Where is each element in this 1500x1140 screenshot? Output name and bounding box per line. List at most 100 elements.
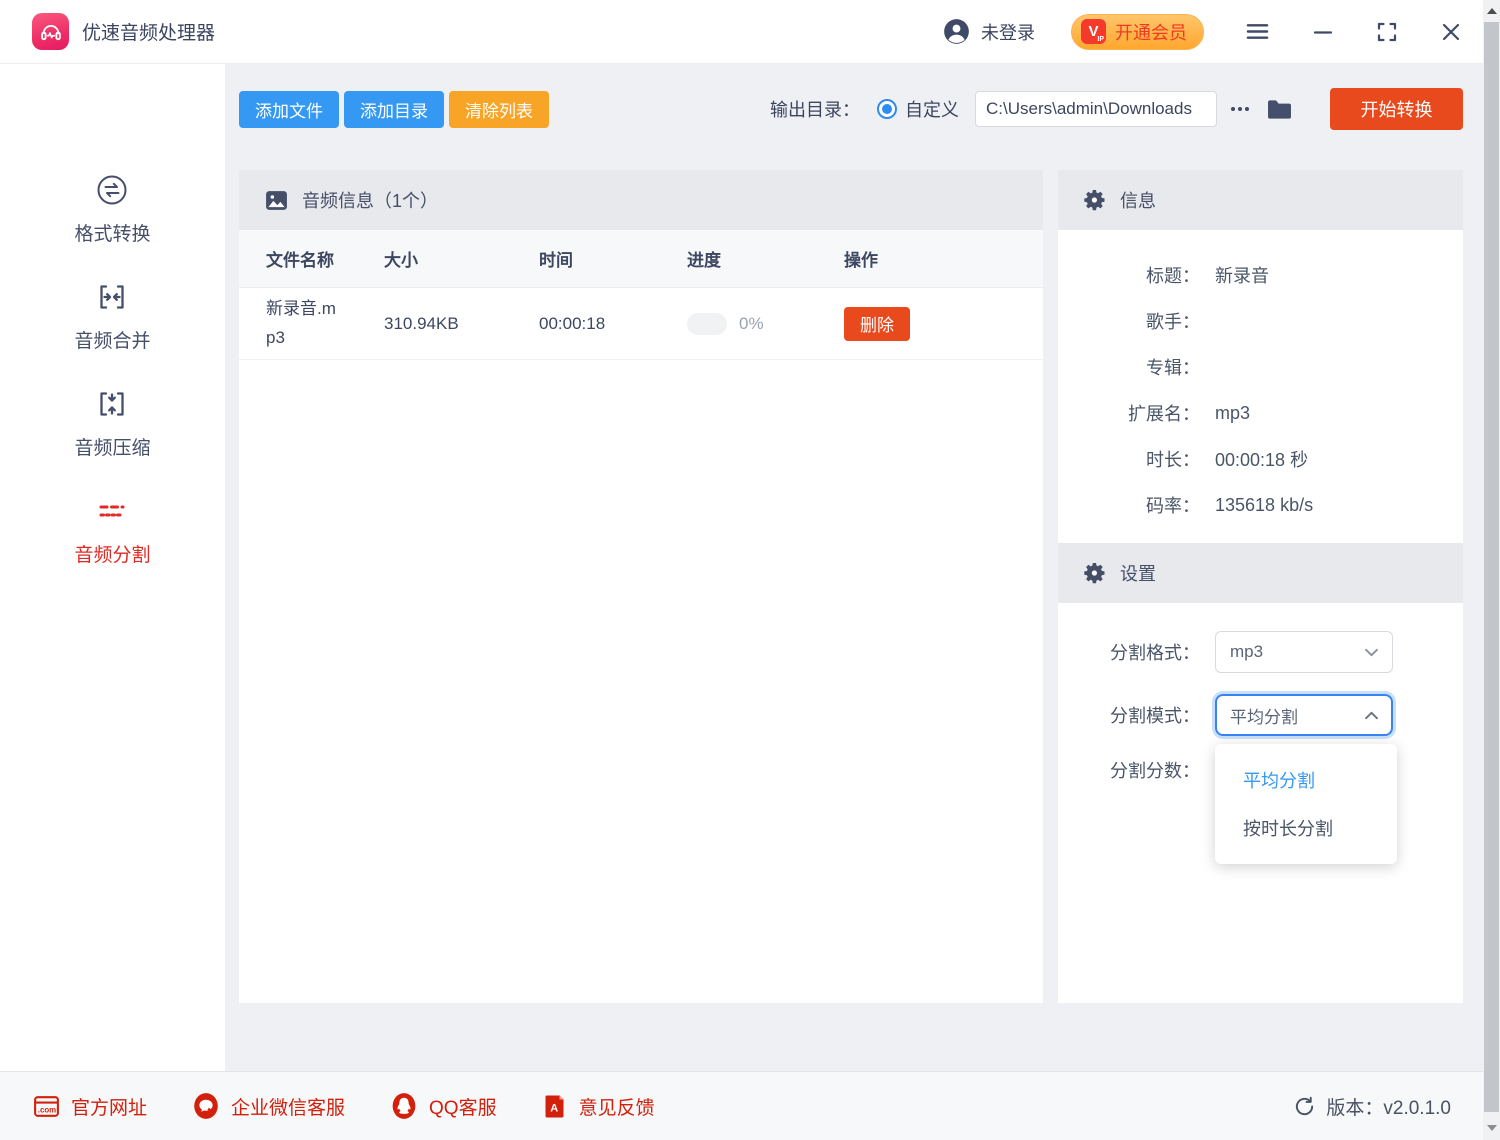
custom-dir-label: 自定义 <box>905 96 959 122</box>
progress-percent: 0% <box>739 314 764 334</box>
version-label: 版本：v2.0.1.0 <box>1326 1093 1451 1120</box>
start-convert-button[interactable]: 开始转换 <box>1330 88 1463 130</box>
menu-button[interactable] <box>1244 18 1271 45</box>
headphone-icon <box>38 19 64 45</box>
add-directory-button[interactable]: 添加目录 <box>344 91 444 128</box>
chevron-down-icon <box>1365 648 1378 657</box>
chevron-up-icon <box>1365 711 1378 720</box>
close-button[interactable] <box>1439 20 1463 44</box>
convert-icon <box>94 172 130 208</box>
column-header-filename: 文件名称 <box>239 246 384 271</box>
file-list-panel: 音频信息（1个） 文件名称 大小 时间 进度 操作 新录音.mp3 310.94… <box>239 170 1043 1003</box>
refresh-icon <box>1293 1095 1316 1118</box>
sidebar-item-audio-compress[interactable]: 音频压缩 <box>74 386 150 460</box>
scroll-down-arrow[interactable] <box>1483 1119 1500 1136</box>
maximize-button[interactable] <box>1375 20 1399 44</box>
table-header: 文件名称 大小 时间 进度 操作 <box>239 230 1043 288</box>
file-size-cell: 310.94KB <box>384 314 539 334</box>
footer-link-label: 意见反馈 <box>579 1093 655 1120</box>
sidebar-item-label: 音频分割 <box>74 540 150 567</box>
info-row-extension: 扩展名： mp3 <box>1058 390 1463 436</box>
add-file-button[interactable]: 添加文件 <box>239 91 339 128</box>
split-format-label: 分割格式： <box>1058 639 1200 665</box>
split-mode-dropdown-menu: 平均分割 按时长分割 <box>1215 744 1397 864</box>
login-status-label: 未登录 <box>981 19 1035 45</box>
scrollbar-thumb[interactable] <box>1484 22 1499 1112</box>
column-header-progress: 进度 <box>687 246 844 271</box>
feedback-icon: A <box>541 1092 569 1120</box>
sidebar-item-format-convert[interactable]: 格式转换 <box>74 172 150 246</box>
wechat-service-icon <box>191 1091 221 1121</box>
close-icon <box>1439 20 1463 44</box>
browse-folder-button[interactable] <box>1265 95 1294 124</box>
table-row: 新录音.mp3 310.94KB 00:00:18 0% 删除 <box>239 288 1043 360</box>
column-header-action: 操作 <box>844 246 1043 271</box>
file-progress-cell: 0% <box>687 313 844 335</box>
dropdown-option-duration-split[interactable]: 按时长分割 <box>1215 804 1397 852</box>
delete-file-button[interactable]: 删除 <box>844 307 910 341</box>
user-avatar-icon <box>943 18 970 45</box>
gear-icon <box>1083 188 1107 212</box>
footer-link-label: QQ客服 <box>429 1093 497 1120</box>
minimize-button[interactable] <box>1311 20 1335 44</box>
settings-fields: 分割格式： mp3 分割模式： 平均分割 <box>1058 603 1463 1003</box>
sidebar-item-audio-split[interactable]: 音频分割 <box>74 493 150 567</box>
info-row-duration: 时长： 00:00:18 秒 <box>1058 436 1463 482</box>
progress-bar <box>687 313 727 335</box>
output-path-input[interactable]: C:\Users\admin\Downloads <box>975 91 1217 127</box>
vip-icon: VIP <box>1081 19 1106 44</box>
split-mode-label: 分割模式： <box>1058 702 1200 728</box>
audio-info-icon <box>264 188 289 213</box>
info-row-album: 专辑： <box>1058 344 1463 390</box>
split-mode-select[interactable]: 平均分割 <box>1215 694 1393 736</box>
maximize-icon <box>1375 20 1399 44</box>
official-site-link[interactable]: .com 官方网址 <box>32 1092 147 1121</box>
gear-icon <box>1083 561 1107 585</box>
split-count-label: 分割分数： <box>1058 757 1200 783</box>
split-format-row: 分割格式： mp3 <box>1058 631 1463 673</box>
content-area: 添加文件 添加目录 清除列表 输出目录： 自定义 C:\Users\admin\… <box>225 64 1483 1071</box>
info-row-title: 标题： 新录音 <box>1058 252 1463 298</box>
svg-text:.com: .com <box>38 1105 56 1114</box>
merge-icon <box>94 279 130 315</box>
more-options-icon[interactable] <box>1229 101 1251 117</box>
vip-button-label: 开通会员 <box>1115 19 1187 45</box>
info-fields: 标题： 新录音 歌手： 专辑： 扩展名： m <box>1058 230 1463 543</box>
vertical-scrollbar[interactable] <box>1483 0 1500 1140</box>
toolbar: 添加文件 添加目录 清除列表 输出目录： 自定义 C:\Users\admin\… <box>239 88 1463 130</box>
app-logo <box>32 13 69 50</box>
svg-text:A: A <box>550 1102 558 1114</box>
open-vip-button[interactable]: VIP 开通会员 <box>1071 14 1204 50</box>
footer-link-label: 企业微信客服 <box>231 1093 345 1120</box>
version-area: 版本：v2.0.1.0 <box>1293 1093 1451 1120</box>
file-panel-title: 音频信息（1个） <box>302 187 438 213</box>
title-bar: 优速音频处理器 未登录 VIP 开通会员 <box>0 0 1483 64</box>
clear-list-button[interactable]: 清除列表 <box>449 91 549 128</box>
wechat-service-link[interactable]: 企业微信客服 <box>191 1091 345 1121</box>
scroll-up-arrow[interactable] <box>1483 2 1500 19</box>
details-panel: 信息 标题： 新录音 歌手： 专辑： <box>1058 170 1463 1003</box>
sidebar-item-label: 音频合并 <box>74 326 150 353</box>
column-header-size: 大小 <box>384 246 539 271</box>
info-row-bitrate: 码率： 135618 kb/s <box>1058 482 1463 528</box>
hamburger-icon <box>1244 18 1271 45</box>
footer-link-label: 官方网址 <box>71 1093 147 1120</box>
compress-icon <box>94 386 130 422</box>
feedback-link[interactable]: A 意见反馈 <box>541 1092 655 1120</box>
settings-panel-header: 设置 <box>1058 543 1463 603</box>
qq-service-icon <box>389 1091 419 1121</box>
dropdown-option-average-split[interactable]: 平均分割 <box>1215 756 1397 804</box>
sidebar: 格式转换 音频合并 音频压缩 <box>0 64 225 1071</box>
qq-service-link[interactable]: QQ客服 <box>389 1091 497 1121</box>
file-time-cell: 00:00:18 <box>539 314 687 334</box>
file-name-cell: 新录音.mp3 <box>239 295 384 351</box>
sidebar-item-audio-merge[interactable]: 音频合并 <box>74 279 150 353</box>
sidebar-item-label: 音频压缩 <box>74 433 150 460</box>
app-window: 优速音频处理器 未登录 VIP 开通会员 <box>0 0 1483 1140</box>
custom-dir-radio[interactable] <box>877 99 897 119</box>
split-mode-row: 分割模式： 平均分割 <box>1058 694 1463 736</box>
folder-icon <box>1265 95 1294 124</box>
user-area[interactable]: 未登录 <box>943 18 1035 45</box>
split-format-select[interactable]: mp3 <box>1215 631 1393 673</box>
footer: .com 官方网址 企业微信客服 QQ客服 A <box>0 1071 1483 1140</box>
